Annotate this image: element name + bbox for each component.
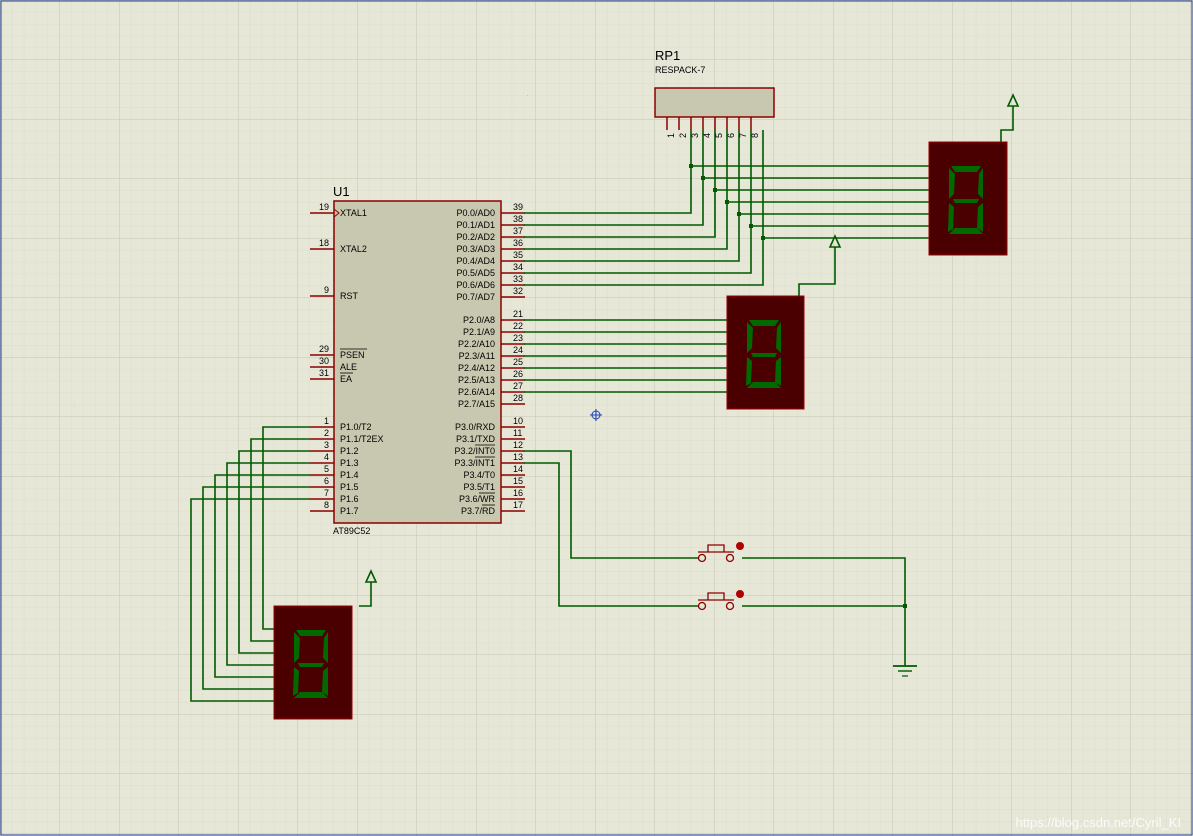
mcu-pin-number: 3 <box>324 440 329 450</box>
mcu-pin-number: 26 <box>513 369 523 379</box>
mcu-pin-label: P0.1/AD1 <box>456 220 495 230</box>
mcu-pin-label: P1.6 <box>340 494 359 504</box>
mcu-pin-number: 30 <box>319 356 329 366</box>
mcu-pin-number: 39 <box>513 202 523 212</box>
mcu-pin-label: XTAL2 <box>340 244 367 254</box>
mcu-pin-number: 36 <box>513 238 523 248</box>
mcu-pin-label: P3.0/RXD <box>455 422 496 432</box>
rp1-ref-label: RP1 <box>655 48 680 63</box>
mcu-pin-label: P1.0/T2 <box>340 422 372 432</box>
mcu-pin-number: 18 <box>319 238 329 248</box>
mcu-pin-label: P2.5/A13 <box>458 375 495 385</box>
mcu-pin-label: P3.3/INT1 <box>454 458 495 468</box>
mcu-pin-label: P0.7/AD7 <box>456 292 495 302</box>
mcu-pin-number: 27 <box>513 381 523 391</box>
mcu-pin-label: ALE <box>340 362 357 372</box>
mcu-pin-number: 4 <box>324 452 329 462</box>
mcu-pin-number: 23 <box>513 333 523 343</box>
rp1-body <box>654 87 775 118</box>
mcu-pin-label: P0.5/AD5 <box>456 268 495 278</box>
mcu-pin-number: 9 <box>324 285 329 295</box>
mcu-pin-number: 31 <box>319 368 329 378</box>
mcu-pin-label: P2.0/A8 <box>463 315 495 325</box>
mcu-pin-number: 37 <box>513 226 523 236</box>
mcu-pin-label: P0.6/AD6 <box>456 280 495 290</box>
mcu-pin-label: P3.4/T0 <box>463 470 495 480</box>
mcu-pin-number: 35 <box>513 250 523 260</box>
mcu-part-label: AT89C52 <box>333 526 370 536</box>
mcu-pin-number: 8 <box>324 500 329 510</box>
mcu-pin-number: 29 <box>319 344 329 354</box>
mcu-pin-number: 11 <box>513 428 522 438</box>
mcu-pin-label: P1.2 <box>340 446 359 456</box>
mcu-pin-number: 38 <box>513 214 523 224</box>
mcu-pin-number: 12 <box>513 440 523 450</box>
mcu-pin-number: 15 <box>513 476 523 486</box>
mcu-pin-label: P3.7/RD <box>461 506 496 516</box>
mcu-ref-label: U1 <box>333 184 350 199</box>
mcu-pin-number: 21 <box>513 309 523 319</box>
mcu-pin-label: P3.5/T1 <box>463 482 495 492</box>
rp1-pin-number: 2 <box>678 133 688 138</box>
mcu-pin-number: 19 <box>319 202 329 212</box>
rp1-part-label: RESPACK-7 <box>655 65 705 75</box>
mcu-pin-label: P1.3 <box>340 458 359 468</box>
mcu-pin-label: P1.7 <box>340 506 359 516</box>
mcu-pin-label: P1.5 <box>340 482 359 492</box>
schematic-canvas: U1 AT89C52 19XTAL118XTAL29RST29PSEN30ALE… <box>0 0 1193 836</box>
rp1-pin-number: 1 <box>666 133 676 138</box>
mcu-pin-label: XTAL1 <box>340 208 367 218</box>
mcu-pin-number: 7 <box>324 488 329 498</box>
mcu-pin-number: 32 <box>513 286 523 296</box>
mcu-pin-label: P2.3/A11 <box>459 351 495 361</box>
mcu-pin-number: 13 <box>513 452 523 462</box>
mcu-pin-number: 22 <box>513 321 523 331</box>
mcu-pin-label: P0.0/AD0 <box>456 208 495 218</box>
mcu-pin-number: 10 <box>513 416 523 426</box>
mcu-pin-label: P2.2/A10 <box>458 339 495 349</box>
mcu-pin-number: 33 <box>513 274 523 284</box>
mcu-pin-label: RST <box>340 291 359 301</box>
mcu-pin-number: 28 <box>513 393 523 403</box>
mcu-pin-label: EA <box>340 374 352 384</box>
mcu-pin-label: P3.6/WR <box>459 494 496 504</box>
mcu-pin-number: 5 <box>324 464 329 474</box>
mcu-pin-label: P1.4 <box>340 470 359 480</box>
mcu-pin-label: P2.6/A14 <box>458 387 495 397</box>
mcu-pin-number: 16 <box>513 488 523 498</box>
mcu-pin-label: P0.2/AD2 <box>456 232 495 242</box>
mcu-pin-label: P1.1/T2EX <box>340 434 384 444</box>
mcu-pin-label: P3.1/TXD <box>456 434 496 444</box>
mcu-pin-number: 17 <box>513 500 523 510</box>
mcu-pin-label: P2.1/A9 <box>463 327 495 337</box>
mcu-pin-number: 6 <box>324 476 329 486</box>
mcu-pin-number: 34 <box>513 262 523 272</box>
mcu-pin-number: 1 <box>324 416 329 426</box>
mcu-pin-label: P2.7/A15 <box>458 399 495 409</box>
mcu-pin-number: 2 <box>324 428 329 438</box>
mcu-pin-number: 24 <box>513 345 523 355</box>
mcu-u1[interactable]: U1 AT89C52 19XTAL118XTAL29RST29PSEN30ALE… <box>310 184 525 536</box>
mcu-pin-number: 14 <box>513 464 523 474</box>
mcu-pin-label: PSEN <box>340 350 365 360</box>
mcu-pin-label: P0.4/AD4 <box>456 256 495 266</box>
mcu-pin-label: P0.3/AD3 <box>456 244 495 254</box>
mcu-pin-number: 25 <box>513 357 523 367</box>
mcu-pin-label: P3.2/INT0 <box>454 446 495 456</box>
watermark-text: https://blog.csdn.net/Cyril_KI <box>1015 815 1181 830</box>
mcu-pin-label: P2.4/A12 <box>458 363 495 373</box>
